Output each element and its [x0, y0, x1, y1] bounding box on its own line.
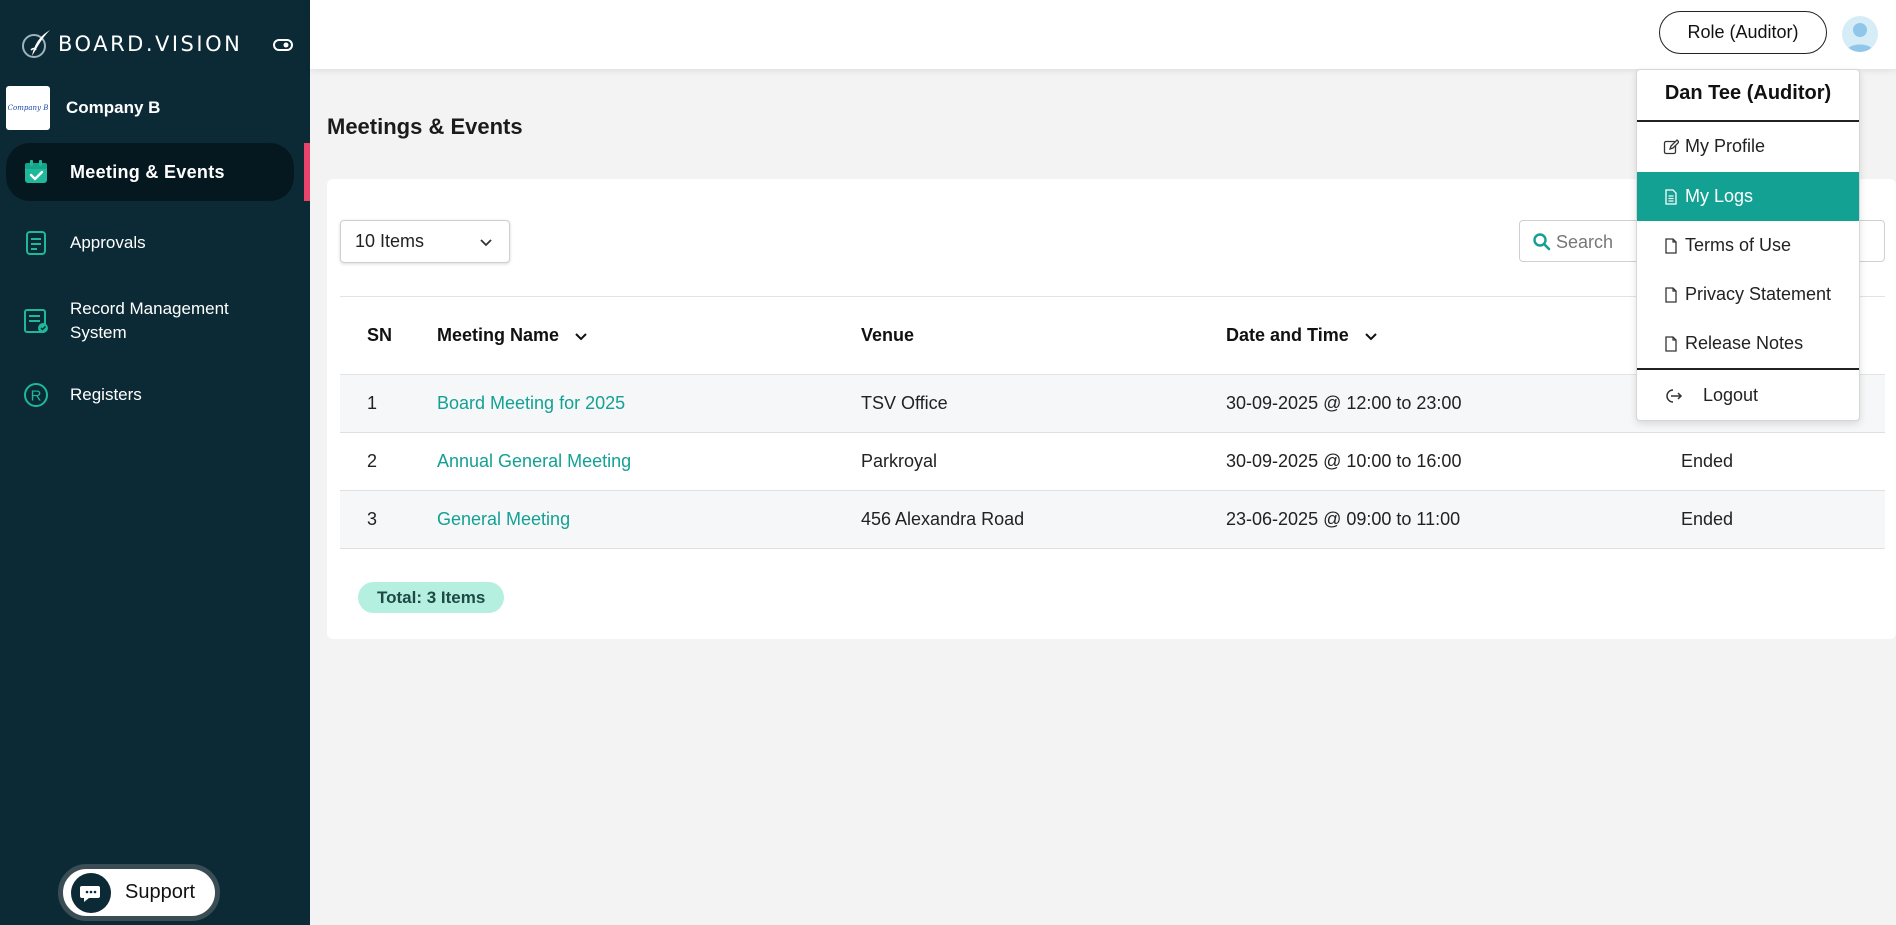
cell-venue: Parkroyal	[861, 432, 1226, 491]
meeting-link[interactable]: General Meeting	[437, 509, 570, 529]
header-meeting-name[interactable]: Meeting Name	[437, 296, 861, 375]
header-meeting-name-label: Meeting Name	[437, 325, 560, 345]
search-icon	[1533, 233, 1551, 251]
user-menu-dropdown: Dan Tee (Auditor) My Profile My Logs Ter…	[1636, 69, 1860, 421]
sidebar-item-meeting-events[interactable]: Meeting & Events	[6, 143, 294, 201]
page-title: Meetings & Events	[327, 114, 523, 139]
logout-icon	[1666, 388, 1683, 403]
menu-item-my-profile[interactable]: My Profile	[1637, 122, 1859, 171]
sidebar-item-registers[interactable]: R Registers	[6, 380, 294, 410]
total-items-badge: Total: 3 Items	[358, 582, 505, 613]
user-menu-name: Dan Tee (Auditor)	[1664, 82, 1832, 104]
cell-venue: 456 Alexandra Road	[861, 490, 1226, 549]
sidebar-item-label: Meeting & Events	[70, 161, 225, 182]
svg-text:R: R	[31, 388, 42, 405]
menu-item-label: Privacy Statement	[1685, 284, 1832, 304]
header-venue: Venue	[861, 296, 1226, 375]
company-switcher[interactable]: Company B Company B	[6, 86, 160, 130]
active-indicator	[304, 143, 310, 201]
calendar-check-icon	[25, 160, 47, 183]
registers-icon: R	[24, 383, 48, 407]
cell-venue: TSV Office	[861, 374, 1226, 433]
records-icon	[24, 309, 48, 333]
edit-icon	[1663, 138, 1679, 154]
cell-sn: 3	[340, 490, 437, 549]
cell-date-time: 30-09-2025 @ 10:00 to 16:00	[1226, 432, 1681, 491]
sidebar-item-approvals[interactable]: Approvals	[6, 228, 294, 258]
sidebar-item-label: Record Management System	[70, 299, 229, 342]
header-date-time[interactable]: Date and Time	[1226, 296, 1681, 375]
meeting-link[interactable]: Annual General Meeting	[437, 451, 631, 471]
cell-date-time: 30-09-2025 @ 12:00 to 23:00	[1226, 374, 1681, 433]
table-row: 3 General Meeting 456 Alexandra Road 23-…	[340, 490, 1885, 549]
menu-item-label: Release Notes	[1685, 333, 1804, 353]
menu-item-label: Terms of Use	[1685, 235, 1792, 255]
approvals-icon	[26, 231, 46, 255]
header-sn: SN	[340, 296, 437, 375]
table-row: 2 Annual General Meeting Parkroyal 30-09…	[340, 432, 1885, 491]
sidebar-item-label: Approvals	[70, 233, 146, 252]
cell-sn: 1	[340, 374, 437, 433]
document-icon	[1665, 286, 1677, 303]
brand-mark-icon	[22, 30, 50, 58]
cell-sn: 2	[340, 432, 437, 491]
document-icon	[1665, 335, 1677, 352]
cell-status: Ended	[1681, 432, 1885, 491]
cell-date-time: 23-06-2025 @ 09:00 to 11:00	[1226, 490, 1681, 549]
logout-label: Logout	[1703, 385, 1759, 405]
menu-item-terms-of-use[interactable]: Terms of Use	[1637, 221, 1859, 270]
menu-item-logout[interactable]: Logout	[1637, 371, 1859, 420]
menu-divider	[1637, 368, 1859, 370]
company-name: Company B	[66, 98, 161, 117]
document-icon	[1665, 237, 1677, 254]
support-label: Support	[125, 881, 196, 903]
sort-chevron-icon[interactable]	[1363, 328, 1379, 344]
sidebar-item-records[interactable]: Record Management System	[6, 296, 294, 346]
chat-icon	[71, 872, 111, 913]
brand-name: BOARD.VISION	[58, 32, 243, 56]
items-per-page-select[interactable]: 10 Items	[340, 220, 510, 263]
company-logo: Company B	[6, 86, 50, 130]
document-icon	[1665, 188, 1677, 205]
sort-chevron-icon[interactable]	[573, 328, 589, 344]
brand-logo[interactable]: BOARD.VISION	[20, 28, 242, 60]
menu-item-label: My Profile	[1685, 136, 1766, 156]
chevron-down-icon	[480, 239, 492, 247]
role-button[interactable]: Role (Auditor)	[1659, 11, 1827, 54]
user-avatar[interactable]	[1842, 16, 1878, 52]
sidebar-item-label: Registers	[70, 385, 142, 404]
user-avatar-icon	[1846, 23, 1874, 52]
support-button[interactable]: Support	[58, 864, 220, 921]
menu-item-release-notes[interactable]: Release Notes	[1637, 319, 1859, 368]
cell-status: Ended	[1681, 490, 1885, 549]
menu-item-label: My Logs	[1685, 186, 1754, 206]
sidebar-toggle-icon[interactable]	[273, 38, 293, 52]
menu-item-privacy-statement[interactable]: Privacy Statement	[1637, 270, 1859, 319]
header-date-time-label: Date and Time	[1226, 325, 1349, 345]
sidebar: BOARD.VISION Company B Company B Meeting…	[0, 0, 310, 925]
items-per-page-value: 10 Items	[355, 231, 425, 251]
meeting-link[interactable]: Board Meeting for 2025	[437, 393, 625, 413]
menu-item-my-logs[interactable]: My Logs	[1637, 172, 1859, 221]
